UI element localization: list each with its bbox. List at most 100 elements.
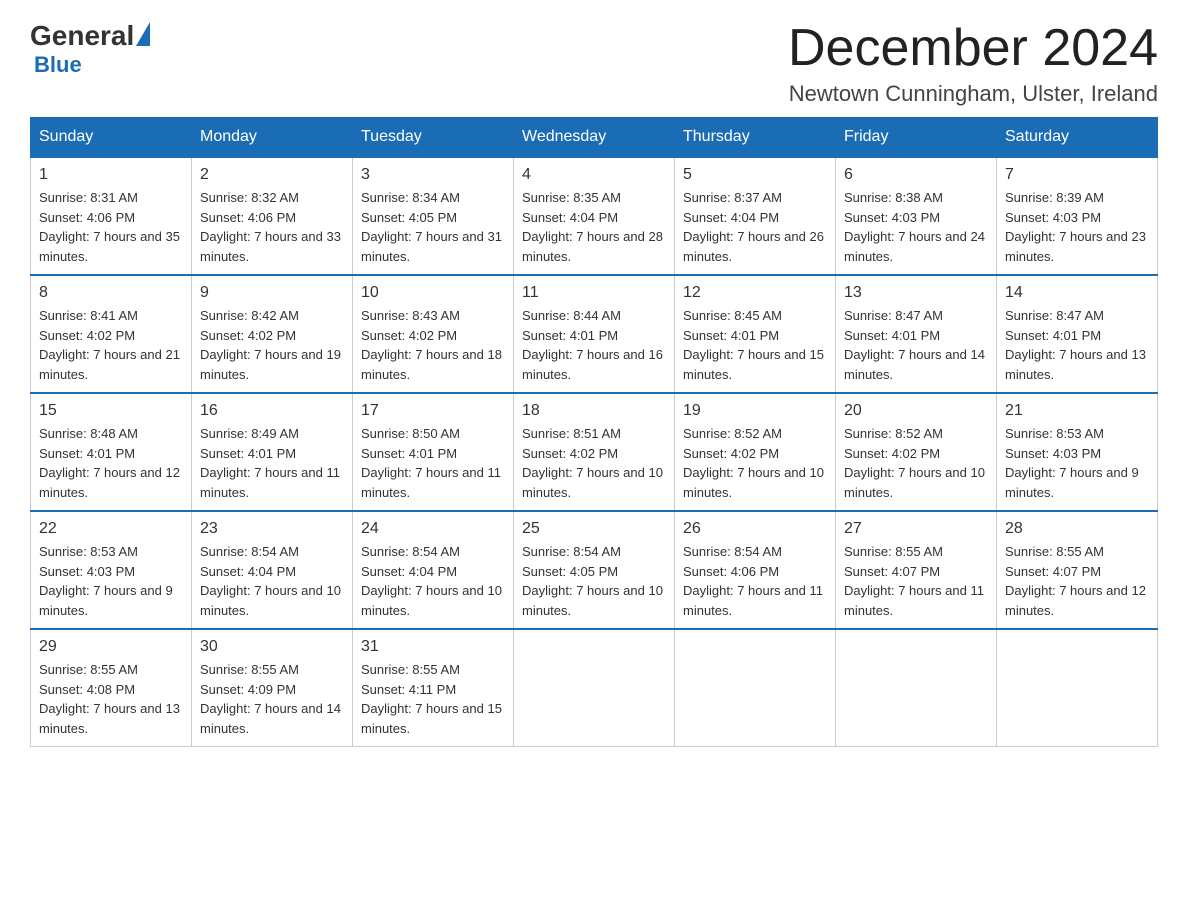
day-number: 8 — [39, 284, 183, 302]
day-number: 27 — [844, 520, 988, 538]
day-info: Sunrise: 8:48 AMSunset: 4:01 PMDaylight:… — [39, 426, 180, 500]
calendar-cell — [836, 629, 997, 747]
calendar-cell: 5 Sunrise: 8:37 AMSunset: 4:04 PMDayligh… — [675, 157, 836, 275]
day-info: Sunrise: 8:44 AMSunset: 4:01 PMDaylight:… — [522, 308, 663, 382]
week-row: 29 Sunrise: 8:55 AMSunset: 4:08 PMDaylig… — [31, 629, 1158, 747]
month-title: December 2024 — [788, 20, 1158, 77]
column-header-saturday: Saturday — [997, 118, 1158, 158]
day-number: 7 — [1005, 166, 1149, 184]
day-info: Sunrise: 8:52 AMSunset: 4:02 PMDaylight:… — [683, 426, 824, 500]
calendar-cell — [675, 629, 836, 747]
calendar-cell: 22 Sunrise: 8:53 AMSunset: 4:03 PMDaylig… — [31, 511, 192, 629]
calendar-cell: 31 Sunrise: 8:55 AMSunset: 4:11 PMDaylig… — [353, 629, 514, 747]
day-number: 30 — [200, 638, 344, 656]
calendar-cell: 14 Sunrise: 8:47 AMSunset: 4:01 PMDaylig… — [997, 275, 1158, 393]
calendar-cell: 27 Sunrise: 8:55 AMSunset: 4:07 PMDaylig… — [836, 511, 997, 629]
day-info: Sunrise: 8:32 AMSunset: 4:06 PMDaylight:… — [200, 190, 341, 264]
day-info: Sunrise: 8:55 AMSunset: 4:08 PMDaylight:… — [39, 662, 180, 736]
calendar-cell: 6 Sunrise: 8:38 AMSunset: 4:03 PMDayligh… — [836, 157, 997, 275]
calendar-cell: 29 Sunrise: 8:55 AMSunset: 4:08 PMDaylig… — [31, 629, 192, 747]
day-number: 25 — [522, 520, 666, 538]
calendar-table: SundayMondayTuesdayWednesdayThursdayFrid… — [30, 117, 1158, 747]
day-info: Sunrise: 8:55 AMSunset: 4:11 PMDaylight:… — [361, 662, 502, 736]
day-info: Sunrise: 8:47 AMSunset: 4:01 PMDaylight:… — [1005, 308, 1146, 382]
logo-bottom-text: Blue — [34, 52, 82, 78]
calendar-cell: 23 Sunrise: 8:54 AMSunset: 4:04 PMDaylig… — [192, 511, 353, 629]
day-number: 16 — [200, 402, 344, 420]
calendar-cell: 4 Sunrise: 8:35 AMSunset: 4:04 PMDayligh… — [514, 157, 675, 275]
page-header: General Blue December 2024 Newtown Cunni… — [30, 20, 1158, 107]
day-info: Sunrise: 8:37 AMSunset: 4:04 PMDaylight:… — [683, 190, 824, 264]
day-number: 26 — [683, 520, 827, 538]
day-number: 31 — [361, 638, 505, 656]
day-info: Sunrise: 8:50 AMSunset: 4:01 PMDaylight:… — [361, 426, 501, 500]
day-info: Sunrise: 8:43 AMSunset: 4:02 PMDaylight:… — [361, 308, 502, 382]
calendar-cell: 17 Sunrise: 8:50 AMSunset: 4:01 PMDaylig… — [353, 393, 514, 511]
day-info: Sunrise: 8:35 AMSunset: 4:04 PMDaylight:… — [522, 190, 663, 264]
day-number: 18 — [522, 402, 666, 420]
location-text: Newtown Cunningham, Ulster, Ireland — [788, 81, 1158, 107]
calendar-cell: 19 Sunrise: 8:52 AMSunset: 4:02 PMDaylig… — [675, 393, 836, 511]
day-number: 24 — [361, 520, 505, 538]
day-info: Sunrise: 8:54 AMSunset: 4:04 PMDaylight:… — [200, 544, 341, 618]
week-row: 15 Sunrise: 8:48 AMSunset: 4:01 PMDaylig… — [31, 393, 1158, 511]
week-row: 8 Sunrise: 8:41 AMSunset: 4:02 PMDayligh… — [31, 275, 1158, 393]
day-number: 2 — [200, 166, 344, 184]
calendar-cell — [997, 629, 1158, 747]
column-header-friday: Friday — [836, 118, 997, 158]
calendar-cell: 2 Sunrise: 8:32 AMSunset: 4:06 PMDayligh… — [192, 157, 353, 275]
column-header-thursday: Thursday — [675, 118, 836, 158]
column-header-sunday: Sunday — [31, 118, 192, 158]
day-info: Sunrise: 8:31 AMSunset: 4:06 PMDaylight:… — [39, 190, 180, 264]
day-number: 17 — [361, 402, 505, 420]
day-number: 4 — [522, 166, 666, 184]
day-info: Sunrise: 8:34 AMSunset: 4:05 PMDaylight:… — [361, 190, 502, 264]
calendar-cell: 15 Sunrise: 8:48 AMSunset: 4:01 PMDaylig… — [31, 393, 192, 511]
day-info: Sunrise: 8:38 AMSunset: 4:03 PMDaylight:… — [844, 190, 985, 264]
day-number: 29 — [39, 638, 183, 656]
calendar-cell: 20 Sunrise: 8:52 AMSunset: 4:02 PMDaylig… — [836, 393, 997, 511]
calendar-cell: 25 Sunrise: 8:54 AMSunset: 4:05 PMDaylig… — [514, 511, 675, 629]
calendar-cell: 16 Sunrise: 8:49 AMSunset: 4:01 PMDaylig… — [192, 393, 353, 511]
day-number: 21 — [1005, 402, 1149, 420]
calendar-cell: 3 Sunrise: 8:34 AMSunset: 4:05 PMDayligh… — [353, 157, 514, 275]
calendar-cell: 7 Sunrise: 8:39 AMSunset: 4:03 PMDayligh… — [997, 157, 1158, 275]
column-header-monday: Monday — [192, 118, 353, 158]
day-info: Sunrise: 8:54 AMSunset: 4:05 PMDaylight:… — [522, 544, 663, 618]
day-number: 13 — [844, 284, 988, 302]
day-info: Sunrise: 8:45 AMSunset: 4:01 PMDaylight:… — [683, 308, 824, 382]
logo-general-text: General — [30, 20, 134, 52]
calendar-cell: 8 Sunrise: 8:41 AMSunset: 4:02 PMDayligh… — [31, 275, 192, 393]
day-number: 14 — [1005, 284, 1149, 302]
calendar-cell: 10 Sunrise: 8:43 AMSunset: 4:02 PMDaylig… — [353, 275, 514, 393]
title-block: December 2024 Newtown Cunningham, Ulster… — [788, 20, 1158, 107]
day-number: 6 — [844, 166, 988, 184]
day-info: Sunrise: 8:49 AMSunset: 4:01 PMDaylight:… — [200, 426, 340, 500]
day-number: 9 — [200, 284, 344, 302]
day-info: Sunrise: 8:55 AMSunset: 4:07 PMDaylight:… — [844, 544, 984, 618]
day-number: 22 — [39, 520, 183, 538]
calendar-cell: 11 Sunrise: 8:44 AMSunset: 4:01 PMDaylig… — [514, 275, 675, 393]
day-info: Sunrise: 8:52 AMSunset: 4:02 PMDaylight:… — [844, 426, 985, 500]
day-info: Sunrise: 8:55 AMSunset: 4:07 PMDaylight:… — [1005, 544, 1146, 618]
day-number: 15 — [39, 402, 183, 420]
calendar-cell: 13 Sunrise: 8:47 AMSunset: 4:01 PMDaylig… — [836, 275, 997, 393]
day-info: Sunrise: 8:53 AMSunset: 4:03 PMDaylight:… — [39, 544, 173, 618]
calendar-cell: 1 Sunrise: 8:31 AMSunset: 4:06 PMDayligh… — [31, 157, 192, 275]
day-info: Sunrise: 8:42 AMSunset: 4:02 PMDaylight:… — [200, 308, 341, 382]
day-info: Sunrise: 8:53 AMSunset: 4:03 PMDaylight:… — [1005, 426, 1139, 500]
day-info: Sunrise: 8:47 AMSunset: 4:01 PMDaylight:… — [844, 308, 985, 382]
day-number: 1 — [39, 166, 183, 184]
day-number: 20 — [844, 402, 988, 420]
day-info: Sunrise: 8:41 AMSunset: 4:02 PMDaylight:… — [39, 308, 180, 382]
day-number: 11 — [522, 284, 666, 302]
day-info: Sunrise: 8:55 AMSunset: 4:09 PMDaylight:… — [200, 662, 341, 736]
day-number: 19 — [683, 402, 827, 420]
day-info: Sunrise: 8:39 AMSunset: 4:03 PMDaylight:… — [1005, 190, 1146, 264]
day-number: 28 — [1005, 520, 1149, 538]
calendar-cell: 30 Sunrise: 8:55 AMSunset: 4:09 PMDaylig… — [192, 629, 353, 747]
calendar-cell — [514, 629, 675, 747]
calendar-cell: 24 Sunrise: 8:54 AMSunset: 4:04 PMDaylig… — [353, 511, 514, 629]
day-number: 3 — [361, 166, 505, 184]
column-header-tuesday: Tuesday — [353, 118, 514, 158]
